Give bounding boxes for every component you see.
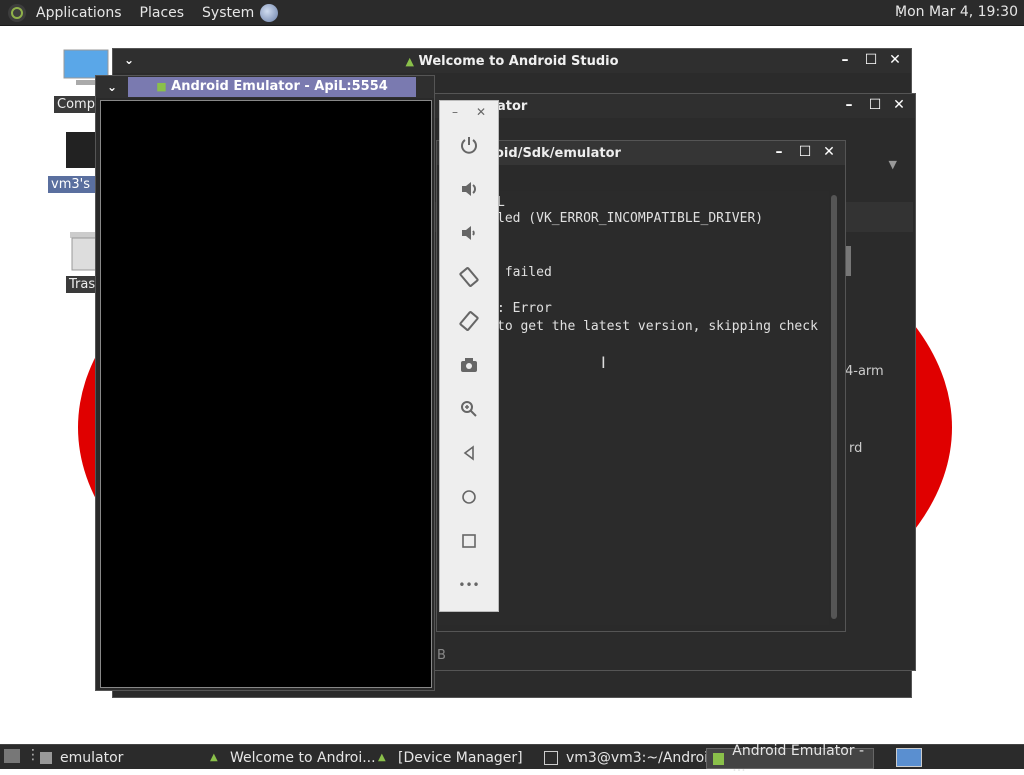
terminal-line: to get the latest version, skipping chec… [497, 319, 818, 334]
android-emulator-app-icon: ■ [156, 80, 167, 93]
minimize-button[interactable]: – [771, 144, 787, 160]
android-icon: ▲ [378, 751, 386, 763]
device-label-arm: 4-arm [845, 364, 884, 379]
overview-icon[interactable] [457, 529, 481, 553]
taskbar-item-device-manager[interactable]: ▲ [Device Manager] [378, 748, 523, 767]
power-icon[interactable] [457, 133, 481, 157]
dropdown-arrow-icon[interactable]: ▼ [889, 158, 897, 171]
minimize-button[interactable]: – [452, 105, 458, 119]
emulator-toolbar: – ✕ ••• [439, 100, 499, 612]
android-icon: ▲ [405, 55, 414, 68]
home-icon[interactable] [457, 485, 481, 509]
clock[interactable]: Mon Mar 4, 19:30 [895, 4, 1018, 20]
emulator-screen[interactable] [100, 100, 432, 688]
terminal-icon [544, 750, 558, 765]
volume-up-icon[interactable] [457, 177, 481, 201]
android-icon: ▲ [210, 751, 218, 763]
menu-places[interactable]: Places [140, 5, 185, 21]
terminal-title: oid/Sdk/emulator [495, 146, 621, 161]
folder-icon [40, 751, 52, 764]
maximize-button[interactable]: ☐ [867, 97, 883, 113]
rotate-left-icon[interactable] [457, 265, 481, 289]
back-icon[interactable] [457, 441, 481, 465]
android-studio-title: Welcome to Android Studio [418, 54, 619, 69]
close-button[interactable]: ✕ [887, 52, 903, 68]
android-studio-titlebar[interactable]: ⌄ ▲ Welcome to Android Studio – ☐ ✕ [113, 49, 911, 73]
terminal-line: : Error [497, 301, 552, 316]
menu-system[interactable]: System [202, 5, 254, 21]
taskbar: ⋮ emulator ▲ Welcome to Androi... ▲ [Dev… [0, 743, 1024, 775]
taskbar-handle-icon: ⋮ [26, 747, 40, 763]
camera-icon[interactable] [457, 353, 481, 377]
minimize-button[interactable]: – [837, 52, 853, 68]
close-button[interactable]: ✕ [476, 105, 486, 119]
android-emulator-title: Android Emulator - ApiL:5554 [171, 79, 388, 94]
minimize-button[interactable]: – [841, 97, 857, 113]
top-panel: Applications Places System ⋮ Mon Mar 4, … [0, 0, 1024, 26]
more-icon[interactable]: ••• [457, 573, 481, 597]
workspace-switcher[interactable] [896, 748, 922, 767]
taskbar-item-android-emulator[interactable]: Android Emulator - ... [706, 743, 874, 775]
menu-applications[interactable]: Applications [36, 5, 122, 21]
taskbar-item-terminal[interactable]: vm3@vm3:~/Androi... [544, 748, 721, 767]
desktop-label-computer[interactable]: Comp [54, 96, 98, 113]
maximize-button[interactable]: ☐ [797, 144, 813, 160]
zoom-icon[interactable] [457, 397, 481, 421]
android-emulator-titlebar[interactable]: ⌄ ■ Android Emulator - ApiL:5554 [96, 76, 434, 98]
desktop-label-trash[interactable]: Tras [66, 276, 99, 293]
emulator-icon [713, 752, 725, 765]
rotate-right-icon[interactable] [457, 309, 481, 333]
text-cursor-icon: I [601, 353, 606, 372]
device-label-rd: rd [849, 441, 863, 456]
taskbar-item-android-studio[interactable]: ▲ Welcome to Androi... [210, 748, 376, 767]
close-button[interactable]: ✕ [891, 97, 907, 113]
volume-down-icon[interactable] [457, 221, 481, 245]
terminal-line: led (VK_ERROR_INCOMPATIBLE_DRIVER) [497, 211, 764, 226]
show-desktop-icon[interactable] [4, 749, 20, 763]
android-emulator-window[interactable]: ⌄ ■ Android Emulator - ApiL:5554 [95, 75, 435, 691]
distro-logo-icon[interactable] [8, 3, 26, 22]
device-manager-titlebar[interactable]: ator – ☐ ✕ [429, 94, 915, 118]
window-menu-chevron-icon[interactable]: ⌄ [104, 79, 120, 95]
device-manager-title: ator [497, 99, 528, 114]
close-button[interactable]: ✕ [821, 144, 837, 160]
status-text: B [437, 648, 446, 663]
terminal-line: failed [497, 265, 552, 280]
browser-globe-icon[interactable] [260, 3, 279, 22]
maximize-button[interactable]: ☐ [863, 52, 879, 68]
terminal-scrollbar[interactable] [831, 195, 837, 619]
taskbar-item-emulator[interactable]: emulator [40, 748, 123, 767]
